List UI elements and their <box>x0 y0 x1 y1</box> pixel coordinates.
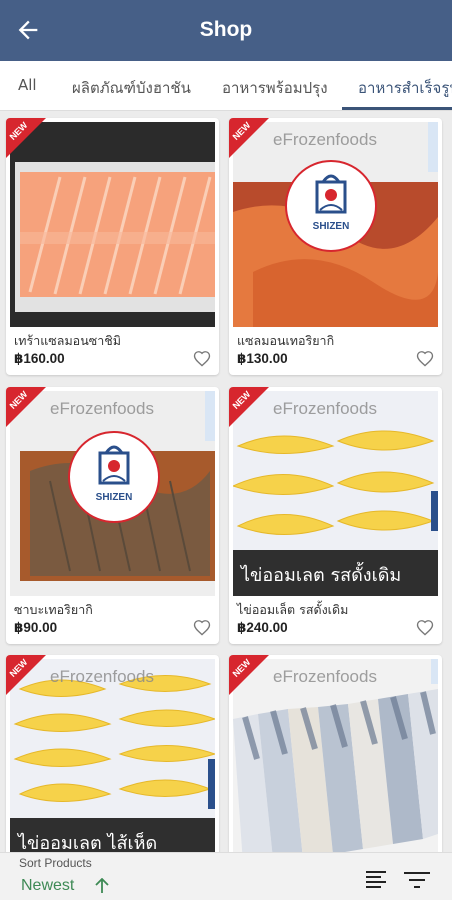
sort-value[interactable]: Newest <box>21 877 74 895</box>
product-card[interactable]: NEW เทร้าแซลมอนซาชิมิ ฿160.00 <box>6 118 219 375</box>
watermark: eFrozenfoods <box>50 399 154 418</box>
product-name: ไข่ออมเล็ต รสดั้งเดิม <box>237 602 349 617</box>
sort-label: Sort Products <box>19 856 92 870</box>
image-caption: ไข่ออมเลต รสดั้งเดิม <box>233 550 438 596</box>
tab-category-4[interactable]: อาหารสำเร็จรูป <box>358 76 452 100</box>
product-name: เทร้าแซลมอนซาชิมิ <box>14 333 121 348</box>
product-card[interactable]: eFrozenfoods SHIZEN NEW ซาบะเทอริยากิ ฿9… <box>6 387 219 644</box>
watermark: eFrozenfoods <box>273 667 377 686</box>
product-card[interactable]: eFrozenfoods ไข่ออมเลต รสดั้งเดิม NEW ไข… <box>229 387 442 644</box>
product-grid: NEW เทร้าแซลมอนซาชิมิ ฿160.00 eFrozenfoo… <box>0 111 452 852</box>
tab-category-3[interactable]: อาหารพร้อมปรุง <box>222 76 328 100</box>
tab-category-2[interactable]: ผลิตภัณฑ์บังฮาชัน <box>72 76 191 100</box>
tab-all[interactable]: All <box>18 76 37 94</box>
product-price: ฿130.00 <box>237 351 288 366</box>
product-name: แซลมอนเทอริยากิ <box>237 333 335 348</box>
page-title: Shop <box>199 18 253 41</box>
category-tabs: All ผลิตภัณฑ์บังฮาชัน อาหารพร้อมปรุง อาห… <box>0 61 452 111</box>
app-bar: Shop <box>0 0 452 61</box>
image-caption: ไข่ออมเลต ไส้เห็ด <box>10 818 215 852</box>
shizen-logo: SHIZEN <box>285 160 377 252</box>
product-card[interactable]: eFrozenfoods ไข่ออมเลต ไส้เห็ด NEW <box>6 655 219 852</box>
heart-icon[interactable] <box>416 350 434 367</box>
product-price: ฿240.00 <box>237 620 288 635</box>
product-name: ซาบะเทอริยากิ <box>14 602 93 617</box>
tab-indicator <box>342 107 452 110</box>
heart-icon[interactable] <box>193 350 211 367</box>
product-price: ฿90.00 <box>14 620 58 635</box>
filter-icon[interactable] <box>404 871 430 889</box>
logo-brand-text: SHIZEN <box>312 221 350 232</box>
sort-bar: Sort Products Newest <box>0 852 452 900</box>
arrow-up-icon[interactable] <box>95 878 109 894</box>
heart-icon[interactable] <box>416 619 434 636</box>
watermark: eFrozenfoods <box>273 399 377 418</box>
watermark: eFrozenfoods <box>273 130 377 149</box>
product-price: ฿160.00 <box>14 351 65 366</box>
product-card[interactable]: eFrozenfoods NEW <box>229 655 442 852</box>
list-view-icon[interactable] <box>365 870 387 888</box>
product-card[interactable]: eFrozenfoods SHIZEN NEW แซลมอนเทอริยากิ … <box>229 118 442 375</box>
shizen-logo: SHIZEN <box>68 431 160 523</box>
watermark: eFrozenfoods <box>50 667 154 686</box>
logo-brand-text: SHIZEN <box>95 492 133 503</box>
heart-icon[interactable] <box>193 619 211 636</box>
